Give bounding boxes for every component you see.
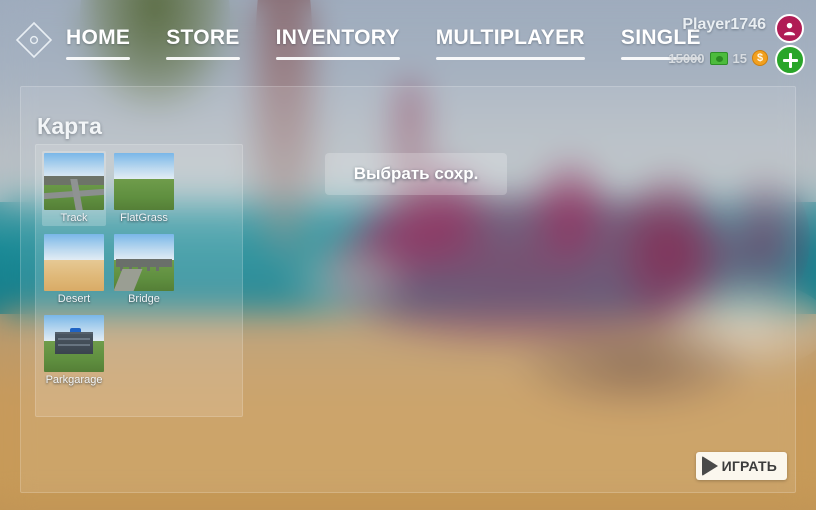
page-title: Карта — [37, 113, 102, 139]
play-button[interactable]: ИГРАТЬ — [695, 452, 787, 480]
map-label: Track — [60, 212, 88, 224]
map-label: FlatGrass — [120, 212, 168, 224]
map-thumbnail-parkgarage — [44, 315, 104, 372]
map-item-flatgrass[interactable]: FlatGrass — [112, 151, 176, 226]
nav-label: STORE — [166, 26, 240, 49]
nav-label: INVENTORY — [275, 26, 400, 49]
gold-coin-icon: $ — [752, 50, 768, 66]
player-info: Player1746 15000 15 $ — [628, 14, 808, 76]
nav-underline — [275, 57, 400, 60]
map-label: Desert — [57, 293, 91, 305]
map-label: Bridge — [128, 293, 160, 305]
cash-value: 15000 — [668, 50, 705, 66]
map-thumbnail-desert — [44, 234, 104, 291]
map-thumbnail-flatgrass — [114, 153, 174, 210]
select-save-button[interactable]: Выбрать сохр. — [325, 153, 507, 195]
nav-label: HOME — [66, 26, 131, 49]
person-avatar-icon[interactable] — [775, 14, 804, 43]
nav-underline — [166, 57, 240, 60]
nav-underline — [66, 57, 131, 60]
add-currency-button[interactable] — [775, 45, 805, 75]
nav-label: MULTIPLAYER — [435, 26, 585, 49]
game-screen: HOME STORE INVENTORY MULTIPLAYER SINGLE … — [0, 0, 816, 510]
player-name: Player1746 — [682, 16, 766, 33]
map-selection-panel: Карта Track FlatGrass Desert Bridge Park… — [20, 86, 796, 493]
diamond-logo-icon[interactable] — [14, 20, 54, 60]
coin-value: 15 — [732, 50, 747, 66]
map-item-desert[interactable]: Desert — [42, 232, 106, 307]
map-item-parkgarage[interactable]: Parkgarage — [42, 313, 106, 388]
nav-item-store[interactable]: STORE — [166, 26, 257, 60]
money-stack-icon — [709, 51, 728, 65]
nav-item-multiplayer[interactable]: MULTIPLAYER — [435, 26, 603, 60]
map-thumbnail-bridge — [114, 234, 174, 291]
play-triangle-icon — [701, 456, 718, 476]
nav-item-inventory[interactable]: INVENTORY — [275, 26, 418, 60]
map-item-track[interactable]: Track — [42, 151, 106, 226]
map-label: Parkgarage — [45, 374, 103, 386]
map-item-bridge[interactable]: Bridge — [112, 232, 176, 307]
nav-underline — [435, 57, 585, 60]
map-list: Track FlatGrass Desert Bridge Parkgarage — [35, 144, 243, 417]
map-thumbnail-track — [44, 153, 104, 210]
plus-icon — [782, 58, 798, 62]
top-navigation-bar: HOME STORE INVENTORY MULTIPLAYER SINGLE … — [0, 0, 816, 80]
play-label: ИГРАТЬ — [721, 458, 777, 474]
nav-item-home[interactable]: HOME — [66, 26, 148, 60]
currency-row: 15000 15 $ — [668, 50, 768, 66]
